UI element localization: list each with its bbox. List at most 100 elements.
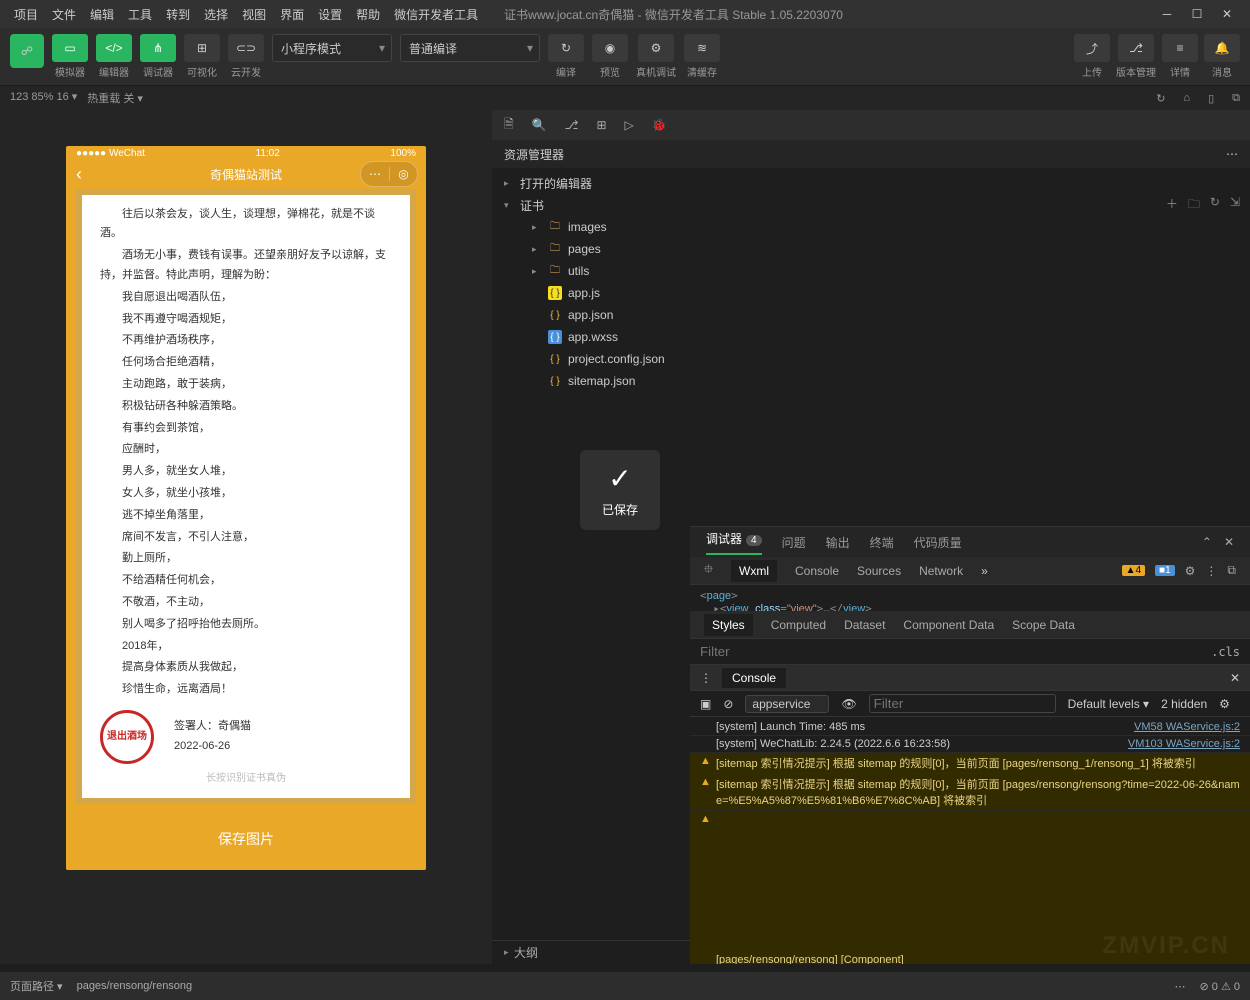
close-icon[interactable]: ✕ xyxy=(1220,7,1234,21)
new-folder-icon[interactable]: 🗀 xyxy=(1188,195,1200,216)
run-icon[interactable]: ▷ xyxy=(625,118,634,132)
ext-icon[interactable]: ⊞ xyxy=(596,118,606,132)
home-icon[interactable]: ⌂ xyxy=(1183,92,1190,105)
compile-dropdown[interactable]: 普通编译 xyxy=(400,34,540,62)
refresh-tree-icon[interactable]: ↻ xyxy=(1210,195,1220,216)
menu-帮助[interactable]: 帮助 xyxy=(350,4,386,25)
capsule-menu-icon[interactable]: ⋯ xyxy=(361,167,389,181)
device-icon[interactable]: ▯ xyxy=(1208,92,1214,105)
styles-filter-input[interactable] xyxy=(700,644,1211,659)
visualize-button[interactable]: ⊞ xyxy=(184,34,220,62)
more-status-icon[interactable]: ⋯ xyxy=(1175,980,1186,993)
bug-icon[interactable]: 🐞 xyxy=(652,118,667,132)
kebab-icon[interactable]: ⋮ xyxy=(1205,564,1217,578)
collapse-icon[interactable]: ⇲ xyxy=(1230,195,1240,216)
more-icon[interactable]: ⋯ xyxy=(1226,147,1238,161)
project-root[interactable]: ▾证书 ＋🗀↻⇲ xyxy=(492,194,1250,216)
menu-转到[interactable]: 转到 xyxy=(160,4,196,25)
folder-pages[interactable]: ▸🗀pages xyxy=(492,238,1250,260)
tab-console[interactable]: Console xyxy=(795,564,839,578)
branch-icon[interactable]: ⎇ xyxy=(565,118,579,132)
tab-component-data[interactable]: Component Data xyxy=(903,618,994,632)
warn-count[interactable]: ▲4 xyxy=(1122,565,1145,576)
open-editors-section[interactable]: ▸打开的编辑器 xyxy=(492,172,1250,194)
menu-编辑[interactable]: 编辑 xyxy=(84,4,120,25)
tab-quality[interactable]: 代码质量 xyxy=(914,534,962,551)
menu-项目[interactable]: 项目 xyxy=(8,4,44,25)
tab-sources[interactable]: Sources xyxy=(857,564,901,578)
logo-icon[interactable]: ☍ xyxy=(10,34,44,68)
refresh-icon[interactable]: ↻ xyxy=(1156,92,1165,105)
folder-utils[interactable]: ▸🗀utils xyxy=(492,260,1250,282)
file-project.config.json[interactable]: { }project.config.json xyxy=(492,348,1250,370)
remote-debug-button[interactable]: ⚙ xyxy=(638,34,674,62)
cloud-button[interactable]: ⊂⊃ xyxy=(228,34,264,62)
console-filter-input[interactable] xyxy=(869,694,1056,713)
device-info[interactable]: 123 85% 16 ▾ xyxy=(10,90,77,106)
inspect-icon[interactable]: ⯐ xyxy=(704,560,713,581)
minimize-icon[interactable]: ─ xyxy=(1160,7,1174,21)
hidden-count[interactable]: 2 hidden xyxy=(1161,697,1207,711)
files-icon[interactable]: 🗎 xyxy=(504,115,514,136)
new-file-icon[interactable]: ＋ xyxy=(1166,195,1178,216)
menu-选择[interactable]: 选择 xyxy=(198,4,234,25)
cls-toggle[interactable]: .cls xyxy=(1211,645,1240,659)
levels-select[interactable]: Default levels ▾ xyxy=(1068,697,1149,711)
maximize-icon[interactable]: ☐ xyxy=(1190,7,1204,21)
close-panel-icon[interactable]: ✕ xyxy=(1224,535,1234,549)
tab-dataset[interactable]: Dataset xyxy=(844,618,885,632)
menu-视图[interactable]: 视图 xyxy=(236,4,272,25)
mode-dropdown[interactable]: 小程序模式 xyxy=(272,34,392,62)
simulator-button[interactable]: ▭ xyxy=(52,34,88,62)
debugger-button[interactable]: ⋔ xyxy=(140,34,176,62)
chevron-up-icon[interactable]: ⌃ xyxy=(1202,535,1212,549)
file-app.json[interactable]: { }app.json xyxy=(492,304,1250,326)
error-count[interactable]: ⊘ 0 ⚠ 0 xyxy=(1200,980,1240,993)
tab-styles[interactable]: Styles xyxy=(704,614,753,636)
capsule-close-icon[interactable]: ◎ xyxy=(389,167,417,181)
gear-icon[interactable]: ⚙ xyxy=(1185,564,1196,578)
page-path-label[interactable]: 页面路径 ▾ xyxy=(10,978,63,994)
file-app.wxss[interactable]: { }app.wxss xyxy=(492,326,1250,348)
tab-problems[interactable]: 问题 xyxy=(782,534,806,551)
tab-wxml[interactable]: Wxml xyxy=(731,560,777,582)
compile-button[interactable]: ↻ xyxy=(548,34,584,62)
file-app.js[interactable]: { }app.js xyxy=(492,282,1250,304)
console-close-icon[interactable]: ✕ xyxy=(1230,671,1240,685)
menu-界面[interactable]: 界面 xyxy=(274,4,310,25)
hot-reload-toggle[interactable]: 热重载 关 ▾ xyxy=(87,90,143,106)
editor-button[interactable]: </> xyxy=(96,34,132,62)
detail-button[interactable]: ≡ xyxy=(1162,34,1198,62)
info-count[interactable]: ■1 xyxy=(1155,565,1175,576)
console-gear-icon[interactable]: ⚙ xyxy=(1219,697,1230,711)
menu-工具[interactable]: 工具 xyxy=(122,4,158,25)
menu-设置[interactable]: 设置 xyxy=(312,4,348,25)
console-drawer-tab[interactable]: Console xyxy=(722,668,786,688)
tab-debugger[interactable]: 调试器4 xyxy=(706,530,762,555)
folder-images[interactable]: ▸🗀images xyxy=(492,216,1250,238)
save-image-button[interactable]: 保存图片 xyxy=(76,818,416,860)
tab-network[interactable]: Network xyxy=(919,564,963,578)
tab-computed[interactable]: Computed xyxy=(771,618,826,632)
file-sitemap.json[interactable]: { }sitemap.json xyxy=(492,370,1250,392)
search-icon[interactable]: 🔍 xyxy=(532,118,547,132)
preview-button[interactable]: ◉ xyxy=(592,34,628,62)
clear-cache-button[interactable]: ≋ xyxy=(684,34,720,62)
back-icon[interactable]: ‹ xyxy=(76,164,82,185)
tab-output[interactable]: 输出 xyxy=(826,534,850,551)
menu-微信开发者工具[interactable]: 微信开发者工具 xyxy=(388,4,484,25)
stop-icon[interactable]: ▣ xyxy=(700,697,711,711)
message-button[interactable]: 🔔 xyxy=(1204,34,1240,62)
upload-button[interactable]: ⤴ xyxy=(1074,34,1110,62)
menu-文件[interactable]: 文件 xyxy=(46,4,82,25)
console-menu-icon[interactable]: ⋮ xyxy=(700,671,712,685)
dock-icon[interactable]: ⧉ xyxy=(1227,563,1236,578)
context-select[interactable]: appservice xyxy=(745,695,829,713)
tab-scope-data[interactable]: Scope Data xyxy=(1012,618,1075,632)
more-tabs-icon[interactable]: » xyxy=(981,564,988,578)
clear-icon[interactable]: ⊘ xyxy=(723,697,733,711)
eye-icon[interactable]: 👁 xyxy=(841,697,856,711)
tab-terminal[interactable]: 终端 xyxy=(870,534,894,551)
version-button[interactable]: ⎇ xyxy=(1118,34,1154,62)
copy-icon[interactable]: ⧉ xyxy=(1232,92,1240,105)
